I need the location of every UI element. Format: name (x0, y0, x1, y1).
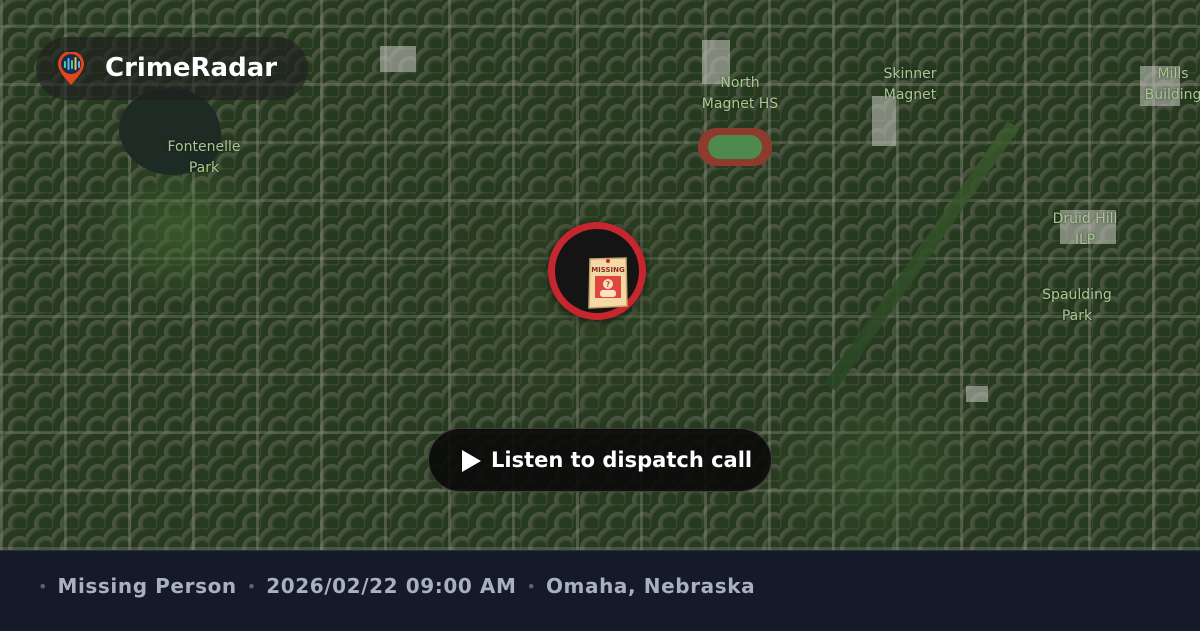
railway-corridor (824, 120, 1020, 392)
listen-dispatch-label: Listen to dispatch call (491, 448, 753, 472)
incident-marker[interactable]: ? MISSING (548, 222, 646, 320)
map-label-fontenelle-park: Fontenelle Park (167, 139, 241, 176)
bullet-separator: • (38, 576, 48, 596)
poster-text: MISSING (591, 266, 625, 274)
bullet-separator: • (526, 576, 536, 596)
svg-text:?: ? (606, 280, 611, 289)
radar-pin-icon (58, 52, 84, 85)
play-icon (462, 450, 481, 472)
incident-footer: • Missing Person • 2026/02/22 09:00 AM •… (0, 550, 1200, 631)
map-label-skinner-magnet: Skinner Magnet (883, 66, 937, 103)
brand-name: CrimeRadar (105, 53, 278, 83)
running-track (698, 128, 772, 166)
brand-badge[interactable]: CrimeRadar (36, 37, 308, 100)
map-label-spaulding-park: Spaulding Park (1042, 287, 1112, 324)
listen-dispatch-button[interactable]: Listen to dispatch call (428, 428, 772, 492)
incident-type: Missing Person (57, 574, 237, 598)
map-label-mills-building: Mills Building (1144, 66, 1200, 103)
incident-datetime: 2026/02/22 09:00 AM (266, 574, 517, 598)
incident-location: Omaha, Nebraska (545, 574, 756, 598)
map-label-druid-hill-ilp: Druid Hill ILP (1052, 211, 1118, 248)
incident-meta-row: • Missing Person • 2026/02/22 09:00 AM •… (38, 573, 755, 599)
marker-inner: ? MISSING (555, 229, 639, 313)
missing-poster-icon: ? MISSING (588, 257, 628, 309)
map-label-north-magnet-hs: North Magnet HS (701, 75, 779, 112)
bullet-separator: • (246, 576, 257, 596)
building (966, 386, 988, 402)
building (380, 46, 416, 72)
